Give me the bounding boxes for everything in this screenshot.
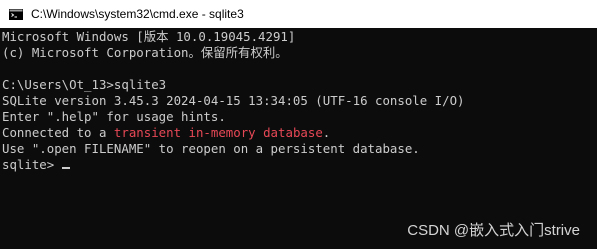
connected-prefix: Connected to a (2, 125, 114, 140)
console-line: (c) Microsoft Corporation。保留所有权利。 (2, 45, 288, 60)
cmd-icon (9, 8, 23, 20)
console-output[interactable]: Microsoft Windows [版本 10.0.19045.4291] (… (0, 28, 597, 249)
prompt-line[interactable]: sqlite> (2, 158, 70, 172)
console-line: C:\Users\Ot_13>sqlite3 (2, 77, 167, 92)
console-line: Use ".open FILENAME" to reopen on a pers… (2, 141, 420, 156)
window-title: C:\Windows\system32\cmd.exe - sqlite3 (31, 7, 244, 21)
connected-suffix: . (322, 125, 331, 140)
console-line-connected: Connected to a transient in-memory datab… (2, 126, 330, 140)
console-line: Microsoft Windows [版本 10.0.19045.4291] (2, 29, 296, 44)
title-bar[interactable]: C:\Windows\system32\cmd.exe - sqlite3 (0, 0, 597, 28)
console-line: SQLite version 3.45.3 2024-04-15 13:34:0… (2, 93, 465, 108)
csdn-watermark: CSDN @嵌入式入门strive (407, 222, 580, 239)
text-cursor (61, 167, 70, 169)
in-memory-highlight: transient in-memory database (113, 125, 323, 140)
console-line: Enter ".help" for usage hints. (2, 109, 226, 124)
cmd-window: C:\Windows\system32\cmd.exe - sqlite3 Mi… (0, 0, 597, 249)
sqlite-prompt: sqlite> (2, 157, 62, 172)
